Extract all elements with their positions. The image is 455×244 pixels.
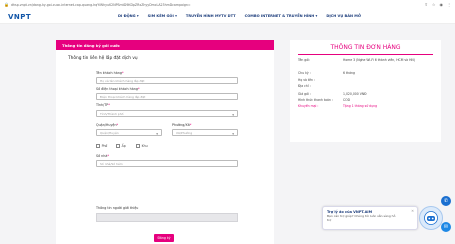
- district-label: Quận/Huyện*: [96, 123, 119, 127]
- profile-icon[interactable]: ◉: [440, 2, 444, 7]
- menu-icon[interactable]: ⋮: [447, 2, 451, 7]
- phone-input[interactable]: Điện thoại khách hàng lắp đặt: [96, 93, 238, 100]
- robot-icon: [424, 211, 438, 225]
- address-label: Số nhà*: [96, 154, 110, 158]
- checkbox-icon[interactable]: [96, 144, 100, 148]
- chat-popup[interactable]: Trợ lý ảo của VNPT.AIM Bạn cần trợ giúp?…: [322, 206, 418, 230]
- close-icon[interactable]: ✕: [411, 209, 414, 213]
- checkbox-icon[interactable]: [136, 144, 140, 148]
- name-label: Tên khách hàng*: [96, 71, 124, 75]
- address-input[interactable]: Số nhà/Số hẻm: [96, 160, 238, 167]
- ward-select[interactable]: Xã/Phường: [172, 129, 238, 136]
- register-button[interactable]: Đăng ký: [154, 234, 174, 242]
- nav-item-di-dong[interactable]: DI ĐỘNG ▾: [118, 14, 139, 18]
- site-header: VNPT DI ĐỘNG ▾ SIM KÈM GÓI ▾ TRUYỀN HÌNH…: [0, 9, 455, 24]
- share-icon[interactable]: ⇪: [425, 2, 428, 7]
- chat-icon: ✉: [443, 224, 449, 230]
- nav-item-mytv[interactable]: TRUYỀN HÌNH MYTV DTT: [186, 14, 236, 18]
- phone-icon: ✆: [443, 198, 449, 204]
- lock-icon: 🔒: [4, 2, 9, 7]
- registration-form: Thông tin đăng ký gói cước Thông tin liê…: [56, 40, 274, 244]
- nav-item-sim-kem-goi[interactable]: SIM KÈM GÓI ▾: [148, 14, 177, 18]
- url-text[interactable]: dhsp.vnpt.vn/dang-ky-goi-cuoc-internet-c…: [11, 3, 311, 7]
- chat-subtitle: Bạn cần trợ giúp? Chúng tôi luôn sẵn sàn…: [327, 214, 396, 222]
- phone-label: Số điện thoại khách hàng*: [96, 87, 140, 91]
- order-title: THÔNG TIN ĐƠN HÀNG: [330, 44, 401, 51]
- check-pho[interactable]: Phố: [96, 144, 107, 148]
- vnpt-logo[interactable]: VNPT: [8, 13, 31, 21]
- nav-item-combo[interactable]: COMBO INTERNET & TRUYỀN HÌNH ▾: [245, 14, 318, 18]
- form-header: Thông tin đăng ký gói cước: [56, 40, 274, 50]
- province-label: Tỉnh/TP*: [96, 103, 110, 107]
- district-select[interactable]: Quận/Huyện: [96, 129, 162, 136]
- phone-call-button[interactable]: ✆: [441, 196, 451, 206]
- province-select[interactable]: Tỉnh/Thành phố: [96, 110, 238, 117]
- referrer-input[interactable]: [96, 213, 238, 222]
- star-icon[interactable]: ☆: [432, 2, 436, 7]
- main-nav: DI ĐỘNG ▾ SIM KÈM GÓI ▾ TRUYỀN HÌNH MYTV…: [118, 14, 361, 18]
- chatbot-avatar[interactable]: [419, 206, 443, 230]
- zalo-button[interactable]: ✉: [441, 222, 451, 232]
- check-ap[interactable]: Ấp: [116, 144, 126, 148]
- referrer-label: Thông tin người giới thiệu: [96, 206, 139, 210]
- name-input[interactable]: Họ và tên khách hàng lắp đặt: [96, 77, 238, 84]
- order-summary: THÔNG TIN ĐƠN HÀNG Tên gói: Home 3 (Nghe …: [290, 40, 441, 142]
- nav-item-dich-vu[interactable]: DỊCH VỤ BÁN MỞ: [326, 14, 361, 18]
- ward-label: Phường/Xã*: [172, 123, 192, 127]
- checkbox-icon[interactable]: [116, 144, 120, 148]
- section-title: Thông tin liên hệ lắp đặt dịch vụ: [68, 56, 138, 61]
- browser-actions: ⇪ ☆ ◉ ⋮: [425, 2, 451, 7]
- check-khu[interactable]: Khu: [136, 144, 148, 148]
- order-divider: [298, 54, 433, 55]
